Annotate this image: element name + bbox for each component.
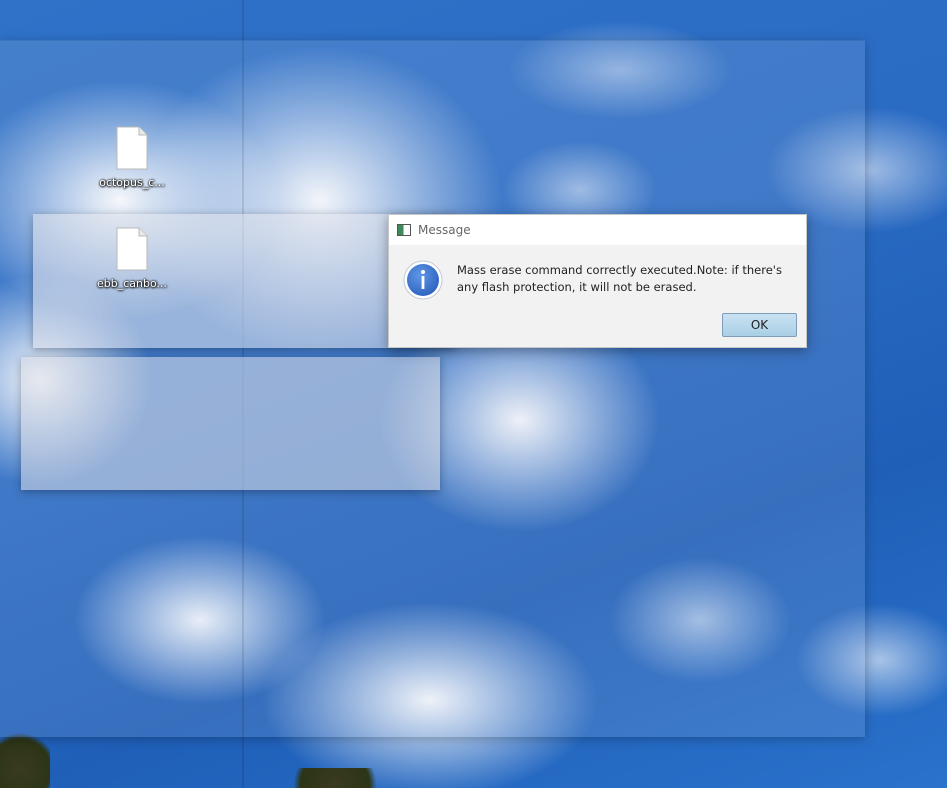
message-dialog: Message Mass erase command correctly exe… — [388, 214, 807, 348]
document-icon — [116, 227, 148, 271]
desktop-icon-label: ebb_canbo... — [96, 277, 167, 290]
tree-foliage — [0, 728, 50, 788]
desktop-wallpaper: octopus_c... ebb_canbo... Message Mass e… — [0, 0, 947, 788]
desktop-icon-file-2[interactable]: ebb_canbo... — [87, 227, 177, 290]
tree-foliage — [280, 768, 390, 788]
dialog-title: Message — [418, 223, 471, 237]
desktop-icon-file-1[interactable]: octopus_c... — [87, 126, 177, 189]
ok-button[interactable]: OK — [722, 313, 797, 337]
document-icon — [116, 126, 148, 170]
dialog-body: Mass erase command correctly executed.No… — [389, 245, 806, 300]
dialog-titlebar[interactable]: Message — [389, 215, 806, 245]
desktop-icon-label: octopus_c... — [99, 176, 165, 189]
app-window-icon — [397, 224, 411, 236]
info-icon — [403, 260, 443, 300]
dialog-message: Mass erase command correctly executed.No… — [457, 263, 782, 294]
translucent-panel — [21, 357, 440, 490]
